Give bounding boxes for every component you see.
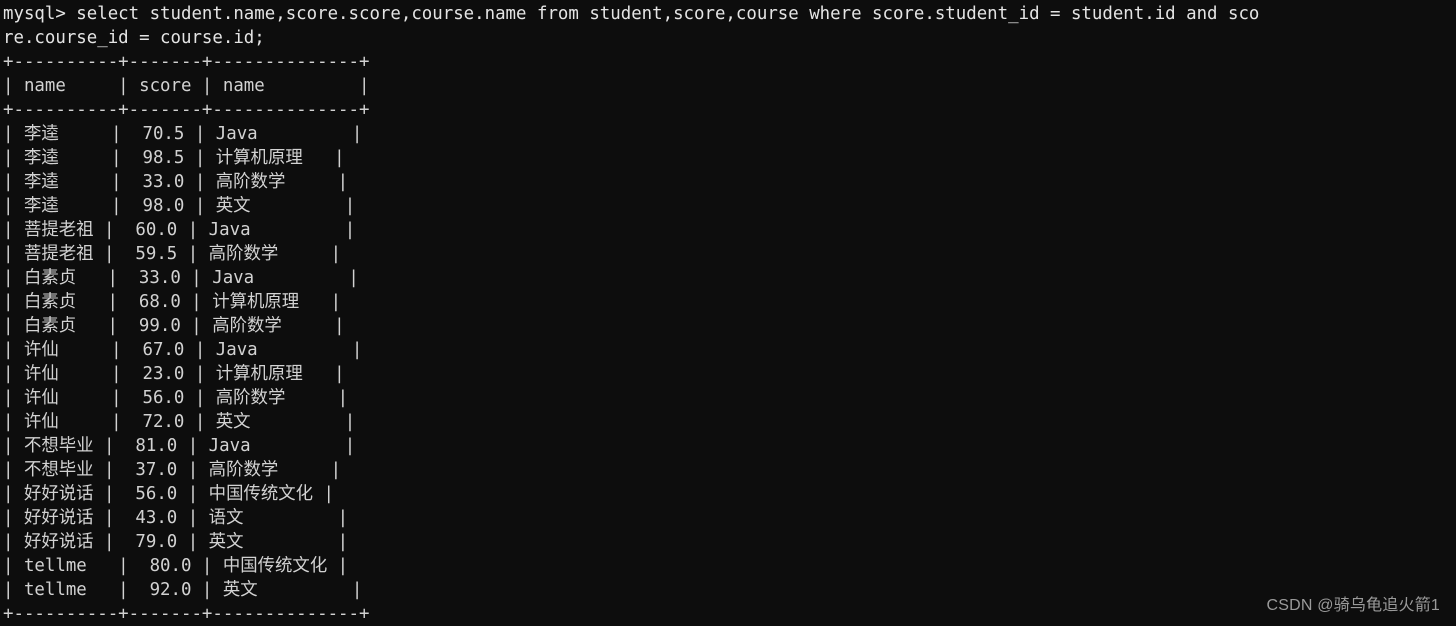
table-row: | tellme | 92.0 | 英文 | xyxy=(3,580,363,600)
table-row: | 许仙 | 23.0 | 计算机原理 | xyxy=(3,364,345,384)
csdn-watermark: CSDN @骑乌龟追火箭1 xyxy=(1266,597,1440,614)
table-row: | 许仙 | 56.0 | 高阶数学 | xyxy=(3,388,349,408)
table-row: | 白素贞 | 33.0 | Java | xyxy=(3,268,359,288)
table-row: | 白素贞 | 99.0 | 高阶数学 | xyxy=(3,316,345,336)
table-row: | 李逵 | 98.5 | 计算机原理 | xyxy=(3,148,345,168)
table-row: | 不想毕业 | 37.0 | 高阶数学 | xyxy=(3,460,342,480)
command-line-2: re.course_id = course.id; xyxy=(3,28,265,48)
table-row: | 好好说话 | 43.0 | 语文 | xyxy=(3,508,349,528)
table-row: | 菩提老祖 | 60.0 | Java | xyxy=(3,220,356,240)
table-row: | 不想毕业 | 81.0 | Java | xyxy=(3,436,356,456)
table-row: | tellme | 80.0 | 中国传统文化 | xyxy=(3,556,349,576)
table-row: | 菩提老祖 | 59.5 | 高阶数学 | xyxy=(3,244,342,264)
table-row: | 好好说话 | 56.0 | 中国传统文化 | xyxy=(3,484,334,504)
table-row: | 李逵 | 98.0 | 英文 | xyxy=(3,196,356,216)
table-top-border: +----------+-------+--------------+ xyxy=(3,52,370,72)
table-row: | 许仙 | 72.0 | 英文 | xyxy=(3,412,356,432)
command-line-1: mysql> select student.name,score.score,c… xyxy=(3,4,1260,24)
table-bottom-border: +----------+-------+--------------+ xyxy=(3,604,370,624)
table-header-separator: +----------+-------+--------------+ xyxy=(3,100,370,120)
table-header-row: | name | score | name | xyxy=(3,76,370,96)
table-row: | 好好说话 | 79.0 | 英文 | xyxy=(3,532,349,552)
terminal-window[interactable]: mysql> select student.name,score.score,c… xyxy=(0,0,1456,624)
table-row: | 李逵 | 70.5 | Java | xyxy=(3,124,363,144)
table-row: | 李逵 | 33.0 | 高阶数学 | xyxy=(3,172,349,192)
table-row: | 许仙 | 67.0 | Java | xyxy=(3,340,363,360)
table-rows: | 李逵 | 70.5 | Java | | 李逵 | 98.5 | 计算机原理 … xyxy=(0,122,1456,602)
table-row: | 白素贞 | 68.0 | 计算机原理 | xyxy=(3,292,342,312)
